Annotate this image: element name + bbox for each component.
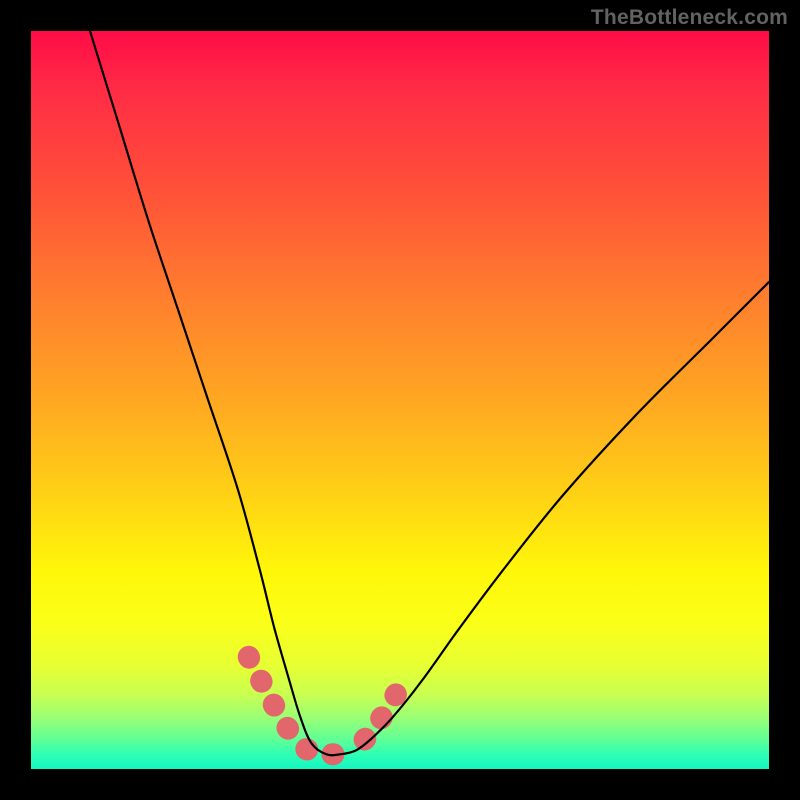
- bottleneck-curve-path: [90, 31, 769, 755]
- watermark-text: TheBottleneck.com: [591, 6, 788, 30]
- highlight-segments: [249, 657, 397, 754]
- highlight-left-path: [249, 657, 301, 744]
- chart-stage: TheBottleneck.com: [0, 0, 800, 800]
- plot-area: [31, 31, 769, 769]
- curve-layer: [31, 31, 769, 769]
- highlight-right-path: [365, 694, 397, 740]
